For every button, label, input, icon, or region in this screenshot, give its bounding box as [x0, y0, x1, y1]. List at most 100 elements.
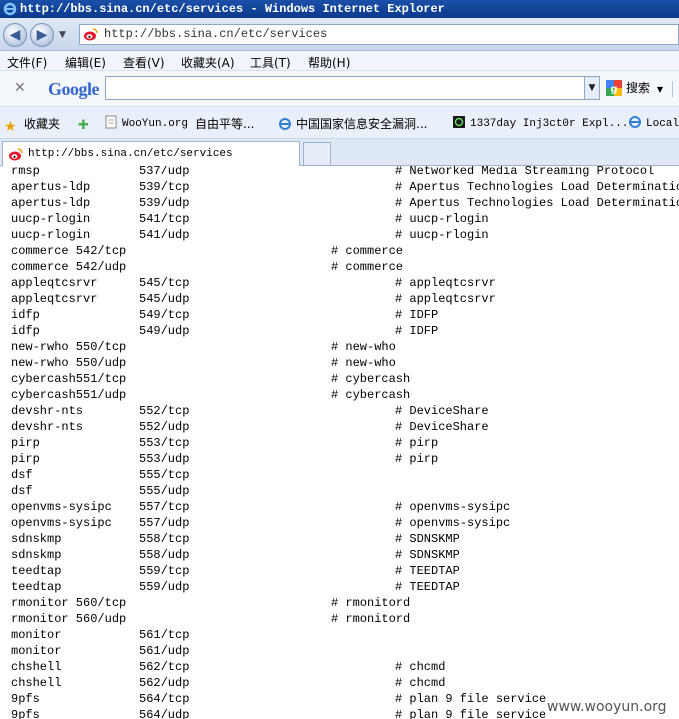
ie-page-icon [629, 116, 641, 128]
sina-weibo-icon [84, 28, 98, 41]
back-button[interactable]: ◀ [3, 23, 27, 47]
forward-button[interactable]: ▶ [30, 23, 54, 47]
service-comment: # TEEDTAP [395, 564, 460, 578]
menu-view[interactable]: 查看(V) [123, 54, 165, 71]
service-comment: # DeviceShare [395, 420, 489, 434]
service-row: openvms-sysipc 557/udp # openvms-sysipc [0, 515, 679, 531]
watermark: www.wooyun.org [545, 699, 669, 715]
service-comment: # Networked Media Streaming Protocol [395, 166, 655, 178]
service-comment: # chcmd [395, 660, 446, 674]
service-port: 553/tcp [139, 436, 190, 450]
service-comment: # SDNSKMP [395, 532, 460, 546]
service-name: teedtap [11, 564, 62, 578]
window-title: http://bbs.sina.cn/etc/services - Window… [20, 2, 445, 16]
service-comment: # DeviceShare [395, 404, 489, 418]
menu-help[interactable]: 帮助(H) [308, 54, 350, 71]
service-comment: # openvms-sysipc [395, 516, 511, 530]
service-comment: # plan 9 file service [395, 692, 547, 706]
add-favorite-icon[interactable]: ✚ [78, 115, 98, 133]
service-name: dsf [11, 468, 33, 482]
service-port: 539/udp [139, 196, 190, 210]
service-port: 545/udp [139, 292, 190, 306]
service-row: uucp-rlogin 541/tcp # uucp-rlogin [0, 211, 679, 227]
service-port: 552/tcp [139, 404, 190, 418]
service-row: sdnskmp 558/tcp # SDNSKMP [0, 531, 679, 547]
service-name: idfp [11, 308, 40, 322]
service-name: chshell [11, 676, 62, 690]
service-port: 562/udp [139, 676, 190, 690]
service-row: devshr-nts 552/udp # DeviceShare [0, 419, 679, 435]
favorite-link-freedom[interactable]: 自由平等... [195, 115, 254, 132]
service-name: 9pfs [11, 692, 40, 706]
service-comment: # Apertus Technologies Load Determinatio… [395, 196, 679, 210]
service-comment: # pirp [395, 436, 439, 450]
service-comment: # IDFP [395, 324, 439, 338]
service-comment: # openvms-sysipc [395, 500, 511, 514]
service-row: rmonitor 560/tcp # rmonitord [0, 595, 679, 611]
service-name: uucp-rlogin [11, 212, 91, 226]
1337day-icon [453, 116, 465, 128]
service-name: new-rwho 550/udp [11, 356, 127, 370]
service-name: apertus-ldp [11, 180, 91, 194]
google-toolbar: ✕ Google ▼ g 搜索 ▼ [0, 71, 679, 107]
favorites-button[interactable]: ★ 收藏夹 [4, 115, 60, 135]
service-row: apertus-ldp 539/tcp # Apertus Technologies… [0, 179, 679, 195]
service-comment: # uucp-rlogin [395, 212, 489, 226]
service-comment: # cybercash [331, 372, 411, 386]
tab-active[interactable]: http://bbs.sina.cn/etc/services [2, 141, 300, 166]
menu-favorites[interactable]: 收藏夹(A) [181, 54, 235, 71]
service-comment: # pirp [395, 452, 439, 466]
service-port: 541/udp [139, 228, 190, 242]
window-title-bar: http://bbs.sina.cn/etc/services - Window… [0, 0, 679, 18]
service-row: pirp 553/tcp # pirp [0, 435, 679, 451]
service-comment: # rmonitord [331, 596, 411, 610]
page-content: rmsp 537/udp # Networked Media Streaming P… [0, 166, 679, 719]
close-toolbar-icon[interactable]: ✕ [14, 80, 26, 96]
new-tab-button[interactable] [303, 142, 331, 165]
menu-tools[interactable]: 工具(T) [250, 54, 291, 71]
service-row: commerce 542/tcp # commerce [0, 243, 679, 259]
service-name: monitor [11, 644, 62, 658]
service-row: commerce 542/udp # commerce [0, 259, 679, 275]
address-url: http://bbs.sina.cn/etc/services [104, 27, 328, 41]
service-name: commerce 542/udp [11, 260, 127, 274]
menu-edit[interactable]: 编辑(E) [65, 54, 106, 71]
service-name: teedtap [11, 580, 62, 594]
service-row: sdnskmp 558/udp # SDNSKMP [0, 547, 679, 563]
tab-row: http://bbs.sina.cn/etc/services [0, 139, 679, 166]
service-name: sdnskmp [11, 532, 62, 546]
service-row: teedtap 559/udp # TEEDTAP [0, 579, 679, 595]
service-name: devshr-nts [11, 404, 84, 418]
service-row: appleqtcsrvr 545/tcp # appleqtcsrvr [0, 275, 679, 291]
service-row: dsf 555/tcp [0, 467, 679, 483]
service-row: new-rwho 550/udp # new-who [0, 355, 679, 371]
service-comment: # TEEDTAP [395, 580, 460, 594]
search-history-dropdown-icon[interactable]: ▼ [584, 76, 600, 100]
service-name: pirp [11, 452, 40, 466]
service-name: apertus-ldp [11, 196, 91, 210]
favorite-link-1337day[interactable]: 1337day Inj3ct0r Expl... [452, 115, 628, 130]
nav-history-dropdown-icon[interactable]: ▼ [59, 30, 66, 40]
service-row: monitor 561/udp [0, 643, 679, 659]
service-row: teedtap 559/tcp # TEEDTAP [0, 563, 679, 579]
service-name: new-rwho 550/tcp [11, 340, 127, 354]
google-search-button[interactable]: g 搜索 ▼ [606, 79, 663, 99]
google-search-input[interactable] [105, 76, 585, 100]
service-row: rmsp 537/udp # Networked Media Streaming P… [0, 166, 679, 179]
service-port: 559/tcp [139, 564, 190, 578]
favorite-link-local[interactable]: Local_ [628, 115, 679, 130]
service-comment: # chcmd [395, 676, 446, 690]
service-row: cybercash551/tcp # cybercash [0, 371, 679, 387]
service-port: 549/udp [139, 324, 190, 338]
favorite-link-wooyun[interactable]: WooYun.org [104, 115, 188, 130]
search-options-dropdown-icon[interactable]: ▼ [657, 85, 663, 94]
favorite-link-cnnvd[interactable]: 中国国家信息安全漏洞... [278, 115, 427, 132]
service-row: chshell 562/udp # chcmd [0, 675, 679, 691]
service-port: 553/udp [139, 452, 190, 466]
menu-file[interactable]: 文件(F) [7, 54, 47, 71]
service-name: pirp [11, 436, 40, 450]
service-comment: # uucp-rlogin [395, 228, 489, 242]
address-bar[interactable]: http://bbs.sina.cn/etc/services [79, 24, 679, 45]
service-port: 562/tcp [139, 660, 190, 674]
service-name: 9pfs [11, 708, 40, 719]
